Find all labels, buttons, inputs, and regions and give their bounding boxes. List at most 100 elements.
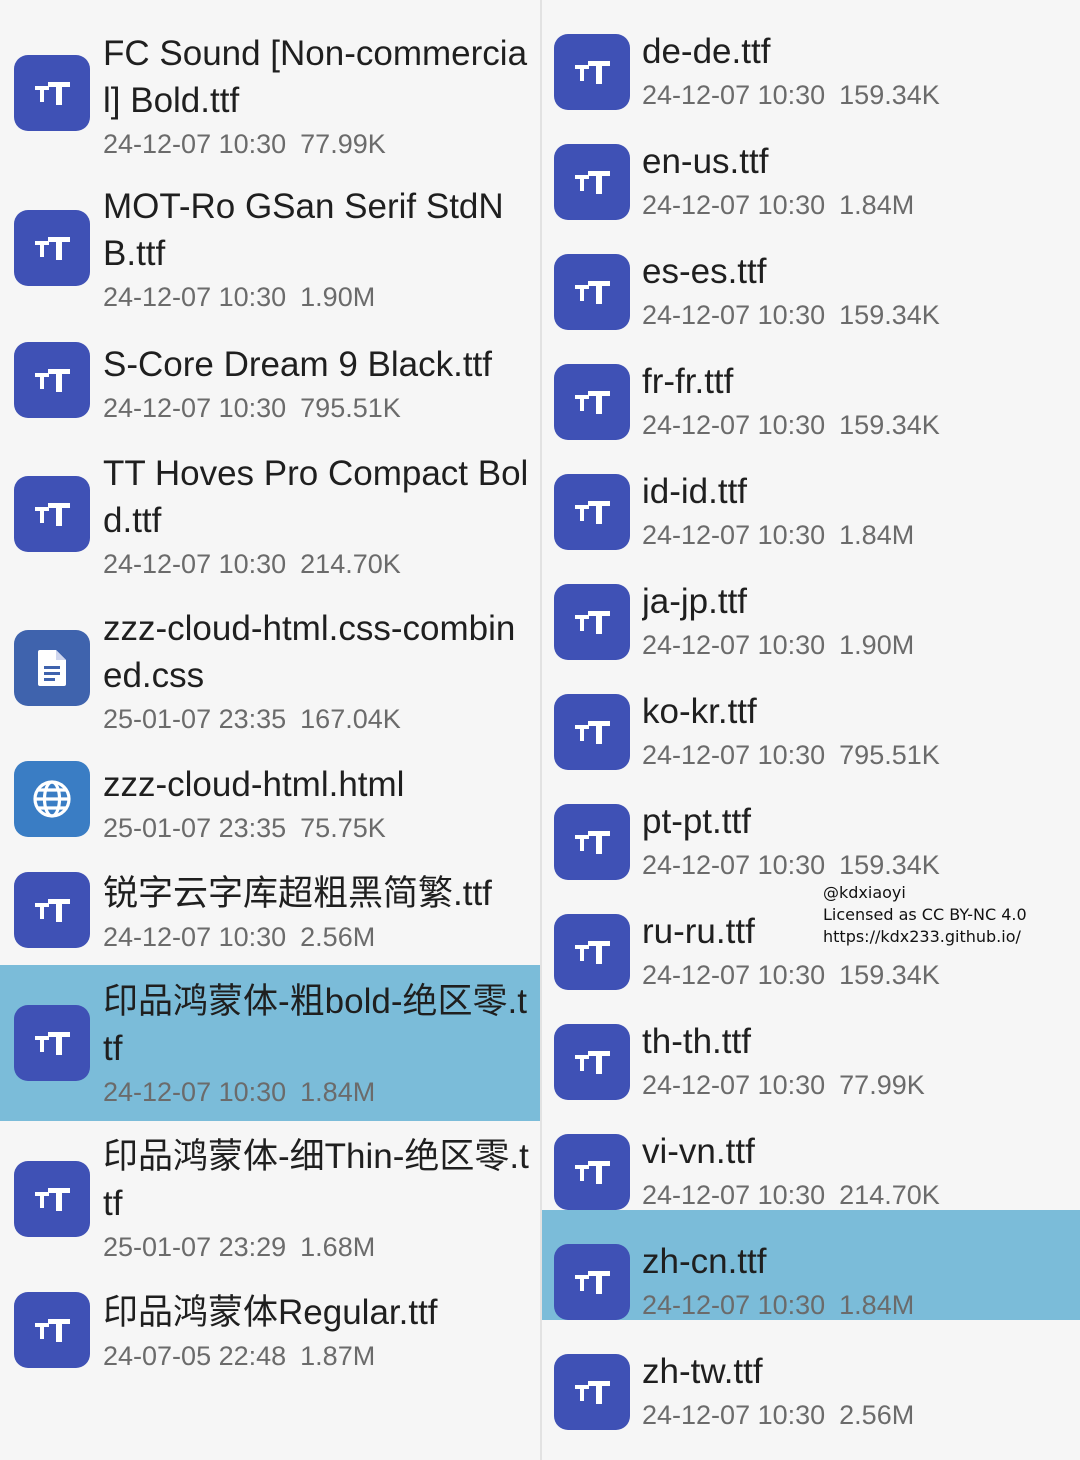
file-info: S-Core Dream 9 Black.ttf 24-12-07 10:30 79…: [103, 341, 530, 428]
file-list-item[interactable]: 锐字云字库超粗黑简繁.ttf 24-12-07 10:30 2.56M: [0, 865, 540, 965]
file-info: de-de.ttf 24-12-07 10:30 159.34K: [642, 28, 1070, 115]
file-info: th-th.ttf 24-12-07 10:30 77.99K: [642, 1018, 1070, 1105]
file-list-item[interactable]: en-us.ttf 24-12-07 10:30 1.84M: [542, 110, 1080, 220]
file-info: en-us.ttf 24-12-07 10:30 1.84M: [642, 138, 1070, 225]
file-list-item[interactable]: zzz-cloud-html.css-combined.css 25-01-07 …: [0, 600, 540, 755]
file-name: 印品鸿蒙体-粗bold-绝区零.ttf: [103, 982, 527, 1068]
file-date: 24-12-07 10:30: [642, 1290, 826, 1320]
file-meta: 24-12-07 10:30 1.84M: [103, 1072, 530, 1112]
file-list-item[interactable]: TT Hoves Pro Compact Bold.ttf 24-12-07 10…: [0, 445, 540, 600]
file-date: 24-12-07 10:30: [642, 1070, 826, 1100]
font-file-icon: [14, 55, 90, 131]
file-list-item[interactable]: 印品鸿蒙体-粗bold-绝区零.ttf 24-12-07 10:30 1.84M: [0, 965, 540, 1121]
file-size: 795.51K: [839, 740, 940, 770]
file-list-item[interactable]: th-th.ttf 24-12-07 10:30 77.99K: [542, 990, 1080, 1100]
right-file-list[interactable]: de-de.ttf 24-12-07 10:30 159.34K en-us.ttf 2…: [542, 0, 1080, 1460]
file-list-item[interactable]: zh-cn.ttf 24-12-07 10:30 1.84M: [542, 1210, 1080, 1320]
file-name: 锐字云字库超粗黑简繁.ttf: [103, 874, 492, 913]
file-size: 1.90M: [839, 630, 915, 660]
file-meta: 24-12-07 10:30 2.56M: [103, 917, 530, 957]
file-size: 159.34K: [839, 80, 940, 110]
font-file-icon: [554, 1024, 630, 1100]
file-date: 24-12-07 10:30: [642, 190, 826, 220]
file-list-item[interactable]: 印品鸿蒙体Regular.ttf 24-07-05 22:48 1.87M: [0, 1276, 540, 1396]
file-meta: 24-12-07 10:30 795.51K: [642, 735, 1070, 775]
file-list-item[interactable]: fr-fr.ttf 24-12-07 10:30 159.34K: [542, 330, 1080, 440]
file-info: vi-vn.ttf 24-12-07 10:30 214.70K: [642, 1128, 1070, 1215]
font-file-icon: [554, 144, 630, 220]
file-date: 24-12-07 10:30: [103, 1077, 287, 1107]
file-meta: 25-01-07 23:29 1.68M: [103, 1227, 530, 1267]
file-size: 2.56M: [839, 1400, 915, 1430]
font-file-icon: [554, 1354, 630, 1430]
file-meta: 24-12-07 10:30 214.70K: [642, 1175, 1070, 1215]
file-size: 77.99K: [300, 129, 386, 159]
file-name: pt-pt.ttf: [642, 802, 751, 841]
file-name: zh-cn.ttf: [642, 1242, 767, 1281]
file-meta: 25-01-07 23:35 75.75K: [103, 808, 530, 848]
file-date: 24-12-07 10:30: [103, 549, 287, 579]
file-list-item[interactable]: zh-tw.ttf 24-12-07 10:30 2.56M: [542, 1320, 1080, 1430]
file-list-item[interactable]: id-id.ttf 24-12-07 10:30 1.84M: [542, 440, 1080, 550]
file-meta: 24-12-07 10:30 159.34K: [642, 75, 1070, 115]
file-size: 1.84M: [300, 1077, 376, 1107]
file-size: 214.70K: [839, 1180, 940, 1210]
file-name: en-us.ttf: [642, 142, 769, 181]
file-size: 159.34K: [839, 410, 940, 440]
watermark-handle: @kdxiaoyi: [823, 883, 906, 902]
file-name: 印品鸿蒙体Regular.ttf: [103, 1293, 438, 1332]
file-list-item[interactable]: vi-vn.ttf 24-12-07 10:30 214.70K: [542, 1100, 1080, 1210]
file-name: 印品鸿蒙体-细Thin-绝区零.ttf: [103, 1137, 529, 1223]
file-info: pt-pt.ttf 24-12-07 10:30 159.34K: [642, 798, 1070, 885]
file-info: 印品鸿蒙体Regular.ttf 24-07-05 22:48 1.87M: [103, 1289, 530, 1376]
font-file-icon: [14, 476, 90, 552]
file-name: ja-jp.ttf: [642, 582, 748, 621]
file-meta: 24-12-07 10:30 1.84M: [642, 185, 1070, 225]
file-date: 25-01-07 23:35: [103, 813, 287, 843]
font-file-icon: [14, 872, 90, 948]
file-meta: 24-07-05 22:48 1.87M: [103, 1336, 530, 1376]
left-file-list[interactable]: FC Sound [Non-commercial] Bold.ttf 24-12-…: [0, 0, 540, 1460]
file-list-item[interactable]: 印品鸿蒙体-细Thin-绝区零.ttf 25-01-07 23:29 1.68M: [0, 1121, 540, 1276]
file-list-item[interactable]: S-Core Dream 9 Black.ttf 24-12-07 10:30 79…: [0, 330, 540, 445]
file-list-item[interactable]: MOT-Ro GSan Serif StdN B.ttf 24-12-07 10:…: [0, 175, 540, 330]
watermark: @kdxiaoyi Licensed as CC BY-NC 4.0 https…: [823, 882, 1027, 948]
watermark-license: Licensed as CC BY-NC 4.0: [823, 905, 1027, 924]
file-meta: 24-12-07 10:30 159.34K: [642, 405, 1070, 445]
file-meta: 24-12-07 10:30 159.34K: [642, 845, 1070, 885]
file-list-item[interactable]: es-es.ttf 24-12-07 10:30 159.34K: [542, 220, 1080, 330]
file-meta: 25-01-07 23:35 167.04K: [103, 699, 530, 739]
file-date: 24-12-07 10:30: [642, 300, 826, 330]
document-icon: [14, 630, 90, 706]
file-date: 24-12-07 10:30: [103, 393, 287, 423]
file-size: 795.51K: [300, 393, 401, 423]
file-info: id-id.ttf 24-12-07 10:30 1.84M: [642, 468, 1070, 555]
font-file-icon: [14, 1005, 90, 1081]
file-name: FC Sound [Non-commercial] Bold.ttf: [103, 34, 528, 120]
file-list-item[interactable]: pt-pt.ttf 24-12-07 10:30 159.34K: [542, 770, 1080, 880]
file-size: 1.84M: [839, 190, 915, 220]
font-file-icon: [14, 1161, 90, 1237]
file-size: 1.87M: [300, 1341, 376, 1371]
file-info: zzz-cloud-html.html 25-01-07 23:35 75.75K: [103, 761, 530, 848]
file-name: zzz-cloud-html.css-combined.css: [103, 609, 516, 695]
file-info: 印品鸿蒙体-粗bold-绝区零.ttf 24-12-07 10:30 1.84M: [103, 978, 530, 1112]
font-file-icon: [554, 694, 630, 770]
file-list-item[interactable]: FC Sound [Non-commercial] Bold.ttf 24-12-…: [0, 0, 540, 175]
file-list-item[interactable]: ko-kr.ttf 24-12-07 10:30 795.51K: [542, 660, 1080, 770]
file-list-item[interactable]: zzz-cloud-html.html 25-01-07 23:35 75.75K: [0, 755, 540, 865]
font-file-icon: [554, 474, 630, 550]
file-size: 159.34K: [839, 960, 940, 990]
file-date: 24-12-07 10:30: [642, 960, 826, 990]
font-file-icon: [554, 254, 630, 330]
font-file-icon: [14, 1292, 90, 1368]
file-name: vi-vn.ttf: [642, 1132, 755, 1171]
file-date: 24-12-07 10:30: [103, 282, 287, 312]
file-list-item[interactable]: ja-jp.ttf 24-12-07 10:30 1.90M: [542, 550, 1080, 660]
file-date: 24-12-07 10:30: [642, 410, 826, 440]
file-info: 锐字云字库超粗黑简繁.ttf 24-12-07 10:30 2.56M: [103, 870, 530, 957]
file-list-item[interactable]: de-de.ttf 24-12-07 10:30 159.34K: [542, 0, 1080, 110]
file-date: 24-12-07 10:30: [103, 129, 287, 159]
file-name: de-de.ttf: [642, 32, 771, 71]
file-size: 2.56M: [300, 922, 376, 952]
